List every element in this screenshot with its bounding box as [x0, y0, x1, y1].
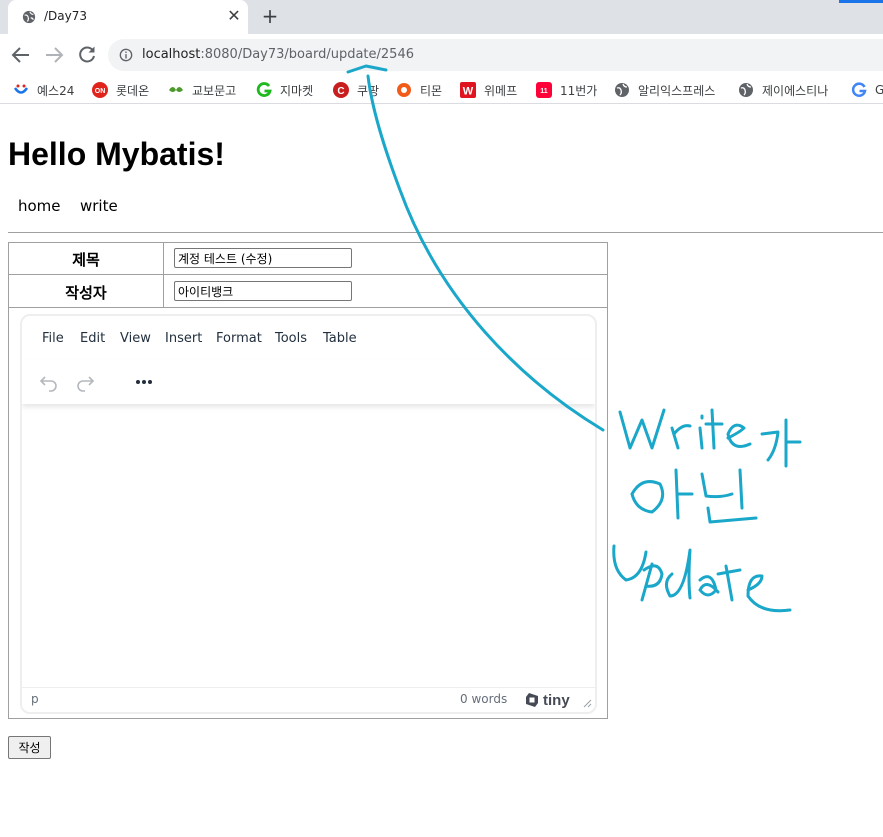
bookmark-11st[interactable]: 11 11번가 — [536, 80, 597, 100]
bookmark-jestina[interactable]: 제이에스티나 — [738, 80, 828, 100]
bookmark-coupang[interactable]: C 쿠팡 — [333, 80, 379, 100]
bookmark-label: 지마켓 — [280, 83, 314, 98]
google-icon — [851, 82, 867, 97]
browser-toolbar: localhost:8080/Day73/board/update/2546 — [0, 34, 883, 76]
bookmark-label: 11번가 — [560, 83, 598, 98]
menu-table[interactable]: Table — [323, 331, 357, 346]
editor-statusbar: p 0 words tiny — [22, 687, 595, 712]
annotation-word-update — [612, 544, 792, 613]
menu-tools[interactable]: Tools — [275, 331, 307, 346]
close-tab-icon[interactable]: ✕ — [224, 6, 244, 26]
editor-content-area[interactable] — [22, 406, 595, 687]
globe-icon — [739, 83, 753, 97]
bookmark-label: 알리익스프레스 — [638, 83, 716, 98]
update-form-table: 제목 작성자 File Edit View Insert Format Tool… — [8, 242, 608, 719]
browser-tab[interactable]: /Day73 ✕ — [8, 0, 248, 34]
address-bar[interactable]: localhost:8080/Day73/board/update/2546 — [108, 39, 883, 71]
bookmark-wemakeprice[interactable]: W 위메프 — [460, 80, 517, 100]
globe-icon — [22, 10, 36, 24]
tiny-brand-text: tiny — [543, 691, 570, 709]
svg-text:W: W — [463, 86, 474, 98]
bookmark-aliexpress[interactable]: 알리익스프레스 — [614, 80, 715, 100]
bookmark-yes24[interactable]: 예스24 — [13, 80, 74, 100]
element-path[interactable]: p — [31, 692, 39, 706]
row-divider — [9, 274, 607, 275]
globe-icon — [615, 83, 629, 97]
bookmark-label: G — [875, 83, 883, 97]
info-icon[interactable] — [119, 48, 133, 62]
column-divider — [163, 243, 164, 308]
bookmark-label: 예스24 — [37, 83, 75, 98]
url-host: localhost — [142, 47, 201, 62]
annotation-word-write — [618, 408, 802, 468]
gmarket-icon — [256, 82, 272, 97]
svg-text:C: C — [337, 86, 344, 97]
editor-toolbar — [22, 360, 595, 404]
author-label: 작성자 — [65, 284, 107, 302]
svg-text:ON: ON — [95, 88, 106, 95]
author-input[interactable] — [174, 281, 352, 301]
menu-insert[interactable]: Insert — [165, 331, 202, 346]
nav-link-home[interactable]: home — [18, 197, 61, 215]
bookmark-label: 롯데온 — [116, 83, 150, 98]
coupang-icon: C — [333, 82, 349, 98]
reload-icon[interactable] — [75, 43, 99, 67]
wemakeprice-icon: W — [460, 82, 476, 98]
redo-icon[interactable] — [71, 368, 99, 396]
annotation-word-anin — [630, 468, 758, 524]
divider — [8, 232, 883, 233]
back-arrow-icon[interactable] — [9, 43, 33, 67]
bookmark-label: 교보문고 — [192, 83, 237, 98]
bookmark-lotteon[interactable]: ON 롯데온 — [92, 80, 149, 100]
bookmark-gmarket[interactable]: 지마켓 — [256, 80, 313, 100]
resize-handle-icon[interactable] — [582, 698, 592, 708]
tab-strip: /Day73 ✕ + — [0, 0, 883, 34]
nav-link-write[interactable]: write — [80, 197, 118, 215]
row-divider — [9, 307, 607, 308]
new-tab-icon[interactable]: + — [260, 6, 280, 26]
bookmark-label: 제이에스티나 — [762, 83, 829, 98]
tmon-icon — [397, 83, 411, 97]
url-path: :8080/Day73/board/update/2546 — [200, 47, 414, 62]
undo-icon[interactable] — [35, 368, 63, 396]
bookmark-label: 위메프 — [484, 83, 518, 98]
title-label: 제목 — [72, 251, 100, 269]
window-accent — [839, 0, 883, 3]
submit-button[interactable]: 작성 — [8, 736, 51, 759]
forward-arrow-icon[interactable] — [42, 43, 66, 67]
menu-format[interactable]: Format — [216, 331, 262, 346]
bookmark-label: 티몬 — [420, 83, 443, 98]
svg-text:11: 11 — [540, 88, 548, 95]
tab-title: /Day73 — [44, 9, 88, 23]
bookmark-kyobo[interactable]: 교보문고 — [168, 80, 236, 100]
11st-icon: 11 — [536, 82, 552, 98]
menu-view[interactable]: View — [120, 331, 151, 346]
url-text: localhost:8080/Day73/board/update/2546 — [142, 47, 414, 62]
more-options-icon[interactable] — [130, 368, 158, 396]
menu-file[interactable]: File — [42, 331, 64, 346]
bookmark-tmon[interactable]: 티몬 — [396, 80, 442, 100]
yes24-icon — [13, 84, 29, 94]
rich-text-editor: File Edit View Insert Format Tools Table… — [20, 314, 597, 714]
title-input[interactable] — [174, 248, 352, 268]
word-count[interactable]: 0 words — [460, 692, 507, 706]
lotteon-icon: ON — [92, 82, 108, 98]
menu-edit[interactable]: Edit — [80, 331, 105, 346]
bookmarks-bar: 예스24 ON 롯데온 교보문고 지마켓 C 쿠팡 티몬 W 위메프 11 11… — [0, 76, 883, 104]
bookmark-label: 쿠팡 — [357, 83, 380, 98]
tiny-logo-icon — [526, 693, 538, 707]
kyobo-icon — [169, 87, 183, 92]
tiny-logo[interactable]: tiny — [524, 691, 570, 709]
page-title: Hello Mybatis! — [8, 136, 225, 172]
bookmark-google[interactable]: G — [851, 80, 883, 100]
